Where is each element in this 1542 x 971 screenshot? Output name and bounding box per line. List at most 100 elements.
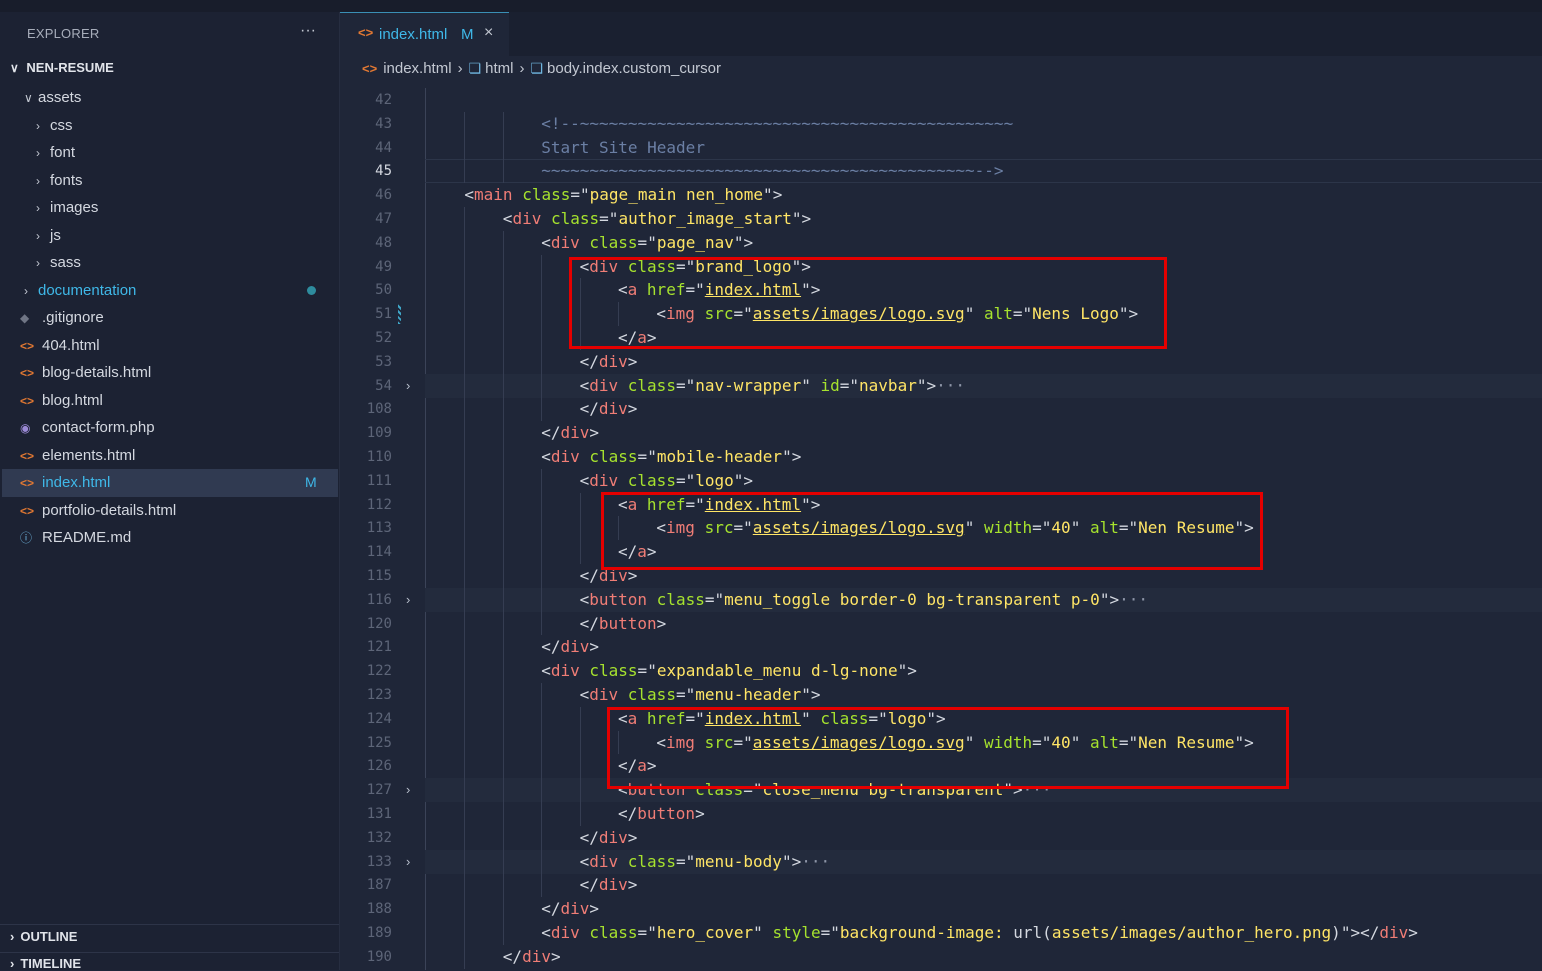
code-line[interactable]: 187 </div>: [340, 873, 1542, 898]
code-line[interactable]: 43 <!--~~~~~~~~~~~~~~~~~~~~~~~~~~~~~~~~~~…: [340, 111, 1542, 136]
tree-file-blog-details[interactable]: <> blog-details.html: [20, 360, 151, 386]
tree-folder-sass[interactable]: › sass: [36, 250, 81, 276]
tree-file-blog[interactable]: <> blog.html: [20, 388, 103, 414]
tree-folder-js[interactable]: › js: [36, 223, 61, 249]
close-icon[interactable]: ×: [484, 24, 493, 42]
tree-file-readme[interactable]: ⓘ README.md: [20, 525, 131, 551]
code-line[interactable]: 188 </div>: [340, 897, 1542, 921]
line-number: 187: [366, 877, 392, 894]
tree-folder-font[interactable]: › font: [36, 140, 75, 166]
code-line[interactable]: 48 <div class="page_nav">: [340, 230, 1542, 255]
indent-guide: [464, 587, 466, 612]
indent-guide: [541, 730, 543, 755]
html-file-icon: <>: [20, 504, 35, 518]
panel-divider: [0, 952, 339, 953]
code-text: </button>: [579, 613, 667, 633]
tree-folder-assets[interactable]: ∨ assets: [24, 85, 81, 111]
code-line[interactable]: 45 ~~~~~~~~~~~~~~~~~~~~~~~~~~~~~~~~~~~~~~…: [340, 159, 1542, 184]
code-text: </div>: [579, 827, 638, 847]
code-line[interactable]: 44 Start Site Header: [340, 135, 1542, 160]
indent-guide: [464, 921, 466, 945]
indent-guide: [464, 302, 466, 326]
indent-guide: [502, 468, 504, 493]
indent-guide: [502, 611, 504, 636]
chevron-right-icon: ›: [36, 229, 40, 243]
fold-chevron-icon[interactable]: ›: [406, 778, 410, 802]
code-line[interactable]: 47 <div class="author_image_start">: [340, 207, 1542, 231]
tree-file-portfolio-details[interactable]: <> portfolio-details.html: [20, 498, 176, 524]
tree-file-gitignore[interactable]: ◆ .gitignore: [20, 305, 104, 331]
project-folder-header[interactable]: ∨ NEN-RESUME: [10, 60, 114, 75]
code-line[interactable]: 109 </div>: [340, 421, 1542, 445]
indent-guide: [502, 492, 504, 517]
fold-chevron-icon[interactable]: ›: [406, 588, 410, 612]
indent-guide: [502, 230, 504, 255]
code-line[interactable]: 46 <main class="page_main nen_home">: [340, 183, 1542, 207]
tab-index-html[interactable]: <> index.html M ×: [340, 12, 509, 56]
code-line[interactable]: 120 </button>: [340, 611, 1542, 636]
code-line[interactable]: 132 </div>: [340, 825, 1542, 850]
chevron-right-icon: ›: [10, 929, 15, 944]
line-number: 51: [375, 306, 392, 323]
more-actions-icon[interactable]: ···: [300, 22, 316, 40]
tree-folder-documentation[interactable]: › documentation: [24, 278, 136, 304]
chevron-down-icon: ∨: [10, 61, 19, 75]
code-line[interactable]: 108 </div>: [340, 397, 1542, 422]
panel-divider: [0, 924, 339, 925]
code-line[interactable]: 122 <div class="expandable_menu d-lg-none…: [340, 659, 1542, 683]
project-name: NEN-RESUME: [26, 60, 114, 75]
code-line[interactable]: 111 <div class="logo">: [340, 468, 1542, 493]
code-line[interactable]: 189 <div class="hero_cover" style="backgr…: [340, 921, 1542, 945]
indent-guide: [579, 802, 581, 826]
breadcrumb-item-body[interactable]: body.index.custom_cursor: [547, 60, 721, 77]
tree-folder-images[interactable]: › images: [36, 195, 98, 221]
line-number: 116: [366, 591, 392, 608]
tree-item-label: portfolio-details.html: [42, 502, 177, 519]
code-line[interactable]: 121 </div>: [340, 635, 1542, 660]
outline-section-header[interactable]: › OUTLINE: [10, 929, 77, 944]
tree-file-404[interactable]: <> 404.html: [20, 333, 100, 359]
code-line[interactable]: 131 </button>: [340, 802, 1542, 826]
html-file-icon: <>: [20, 449, 35, 463]
indent-guide: [464, 230, 466, 255]
indent-guide: [464, 730, 466, 755]
indent-guide: [579, 540, 581, 564]
line-number: 122: [366, 663, 392, 680]
timeline-section-header[interactable]: › TIMELINE: [10, 956, 81, 971]
git-diamond-icon: ◆: [20, 311, 30, 325]
code-line[interactable]: 110 <div class="mobile-header">: [340, 445, 1542, 469]
tree-file-elements[interactable]: <> elements.html: [20, 443, 135, 469]
breadcrumb-item-file[interactable]: index.html: [383, 60, 451, 77]
code-line[interactable]: 133 › <div class="menu-body">···: [340, 849, 1542, 874]
indent-guide: [502, 540, 504, 564]
indent-guide: [502, 349, 504, 374]
tree-file-index-selected[interactable]: <> index.html: [2, 469, 338, 497]
code-text: </div>: [541, 899, 599, 919]
indent-guide: [502, 754, 504, 779]
breadcrumb-item-html[interactable]: html: [485, 60, 513, 77]
indent-guide: [464, 397, 466, 422]
fold-chevron-icon[interactable]: ›: [406, 850, 410, 874]
tree-file-contact-form[interactable]: ◉ contact-form.php: [20, 415, 155, 441]
indent-guide: [541, 492, 543, 517]
code-line[interactable]: 53 </div>: [340, 349, 1542, 374]
code-line[interactable]: 190 </div>: [340, 944, 1542, 969]
indent-guide: [464, 207, 466, 231]
code-line[interactable]: 54 › <div class="nav-wrapper" id="navbar">…: [340, 373, 1542, 398]
indent-guide: [541, 540, 543, 564]
highlight-box-brand-logo: [569, 257, 1167, 349]
code-line[interactable]: 123 <div class="menu-header">: [340, 683, 1542, 707]
tree-folder-css[interactable]: › css: [36, 113, 73, 139]
indent-guide: [541, 802, 543, 826]
code-editor: <> index.html M × <> index.html › ❏ html › ❏ bo…: [340, 12, 1542, 970]
fold-chevron-icon[interactable]: ›: [406, 374, 410, 398]
line-number: 133: [366, 853, 392, 870]
tree-folder-fonts[interactable]: › fonts: [36, 168, 83, 194]
line-number: 110: [366, 449, 392, 465]
code-line[interactable]: 116 › <button class="menu_toggle border-0 …: [340, 587, 1542, 612]
code-line[interactable]: 42: [340, 88, 1542, 112]
modified-badge: M: [461, 26, 474, 43]
line-number: 45: [375, 163, 392, 180]
line-number: 42: [375, 92, 392, 108]
line-number: 113: [366, 520, 392, 537]
